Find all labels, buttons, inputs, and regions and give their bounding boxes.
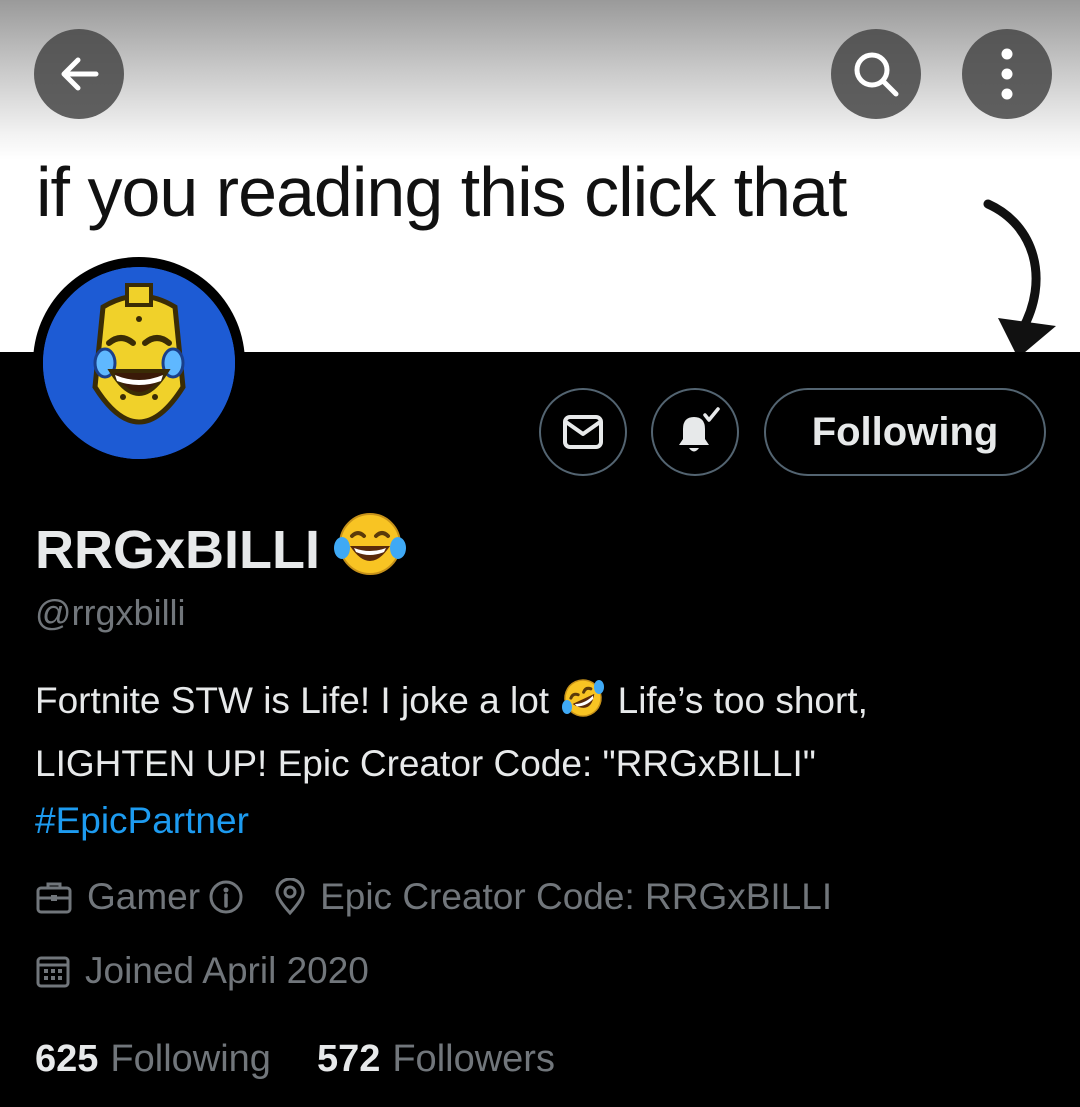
- avatar[interactable]: [33, 257, 245, 469]
- followers-stat-link[interactable]: 572 Followers: [317, 1038, 555, 1081]
- notifications-button[interactable]: [651, 388, 739, 476]
- avatar-image: [43, 267, 235, 459]
- briefcase-icon: [35, 879, 73, 915]
- bio-line-2: LIGHTEN UP! Epic Creator Code: "RRGxBILL…: [35, 743, 816, 784]
- following-stat-link[interactable]: 625 Following: [35, 1038, 271, 1081]
- display-name-text: RRGxBILLI: [35, 519, 321, 580]
- arrow-left-icon: [61, 57, 99, 91]
- envelope-icon: [563, 415, 603, 449]
- following-label: Following: [110, 1038, 271, 1080]
- profile-joined-row: Joined April 2020: [35, 950, 369, 992]
- banner-text: if you reading this click that: [36, 153, 847, 231]
- following-button[interactable]: Following: [764, 388, 1046, 476]
- bell-check-icon: [679, 407, 720, 452]
- bio-text-1: Fortnite STW is Life! I joke a lot: [35, 680, 550, 721]
- rolling-laughing-emoji-icon: [561, 677, 605, 735]
- bio-line-1: Fortnite STW is Life! I joke a lot Life’…: [35, 672, 1045, 735]
- profile-location: Epic Creator Code: RRGxBILLI: [320, 876, 833, 917]
- followers-count: 572: [316, 1038, 381, 1080]
- more-options-button[interactable]: [962, 29, 1052, 119]
- search-button[interactable]: [831, 29, 921, 119]
- followers-label: Followers: [392, 1038, 555, 1080]
- location-pin-icon: [274, 878, 306, 916]
- search-icon: [854, 52, 899, 97]
- follow-stats: 625 Following 572 Followers: [35, 1038, 555, 1081]
- calendar-icon: [35, 953, 71, 989]
- bio-hashtag-link[interactable]: #EpicPartner: [35, 792, 1045, 849]
- info-icon[interactable]: [208, 879, 244, 915]
- profile-meta-row: Gamer Epic Creator Code: RRGxBILLI: [35, 876, 832, 918]
- more-vertical-icon: [1001, 48, 1013, 100]
- profile-bio: Fortnite STW is Life! I joke a lot Life’…: [35, 672, 1045, 849]
- profile-category: Gamer: [87, 876, 201, 917]
- tears-of-joy-emoji-icon: [332, 508, 408, 591]
- profile-joined-date: Joined April 2020: [85, 950, 369, 991]
- message-button[interactable]: [539, 388, 627, 476]
- bio-text-1b: Life’s too short,: [617, 680, 868, 721]
- curved-arrow-icon: [983, 199, 1056, 352]
- following-count: 625: [35, 1038, 99, 1080]
- display-name: RRGxBILLI: [35, 508, 408, 591]
- laughing-mask-avatar: [43, 267, 235, 459]
- username-handle: @rrgxbilli: [35, 592, 186, 633]
- back-button[interactable]: [34, 29, 124, 119]
